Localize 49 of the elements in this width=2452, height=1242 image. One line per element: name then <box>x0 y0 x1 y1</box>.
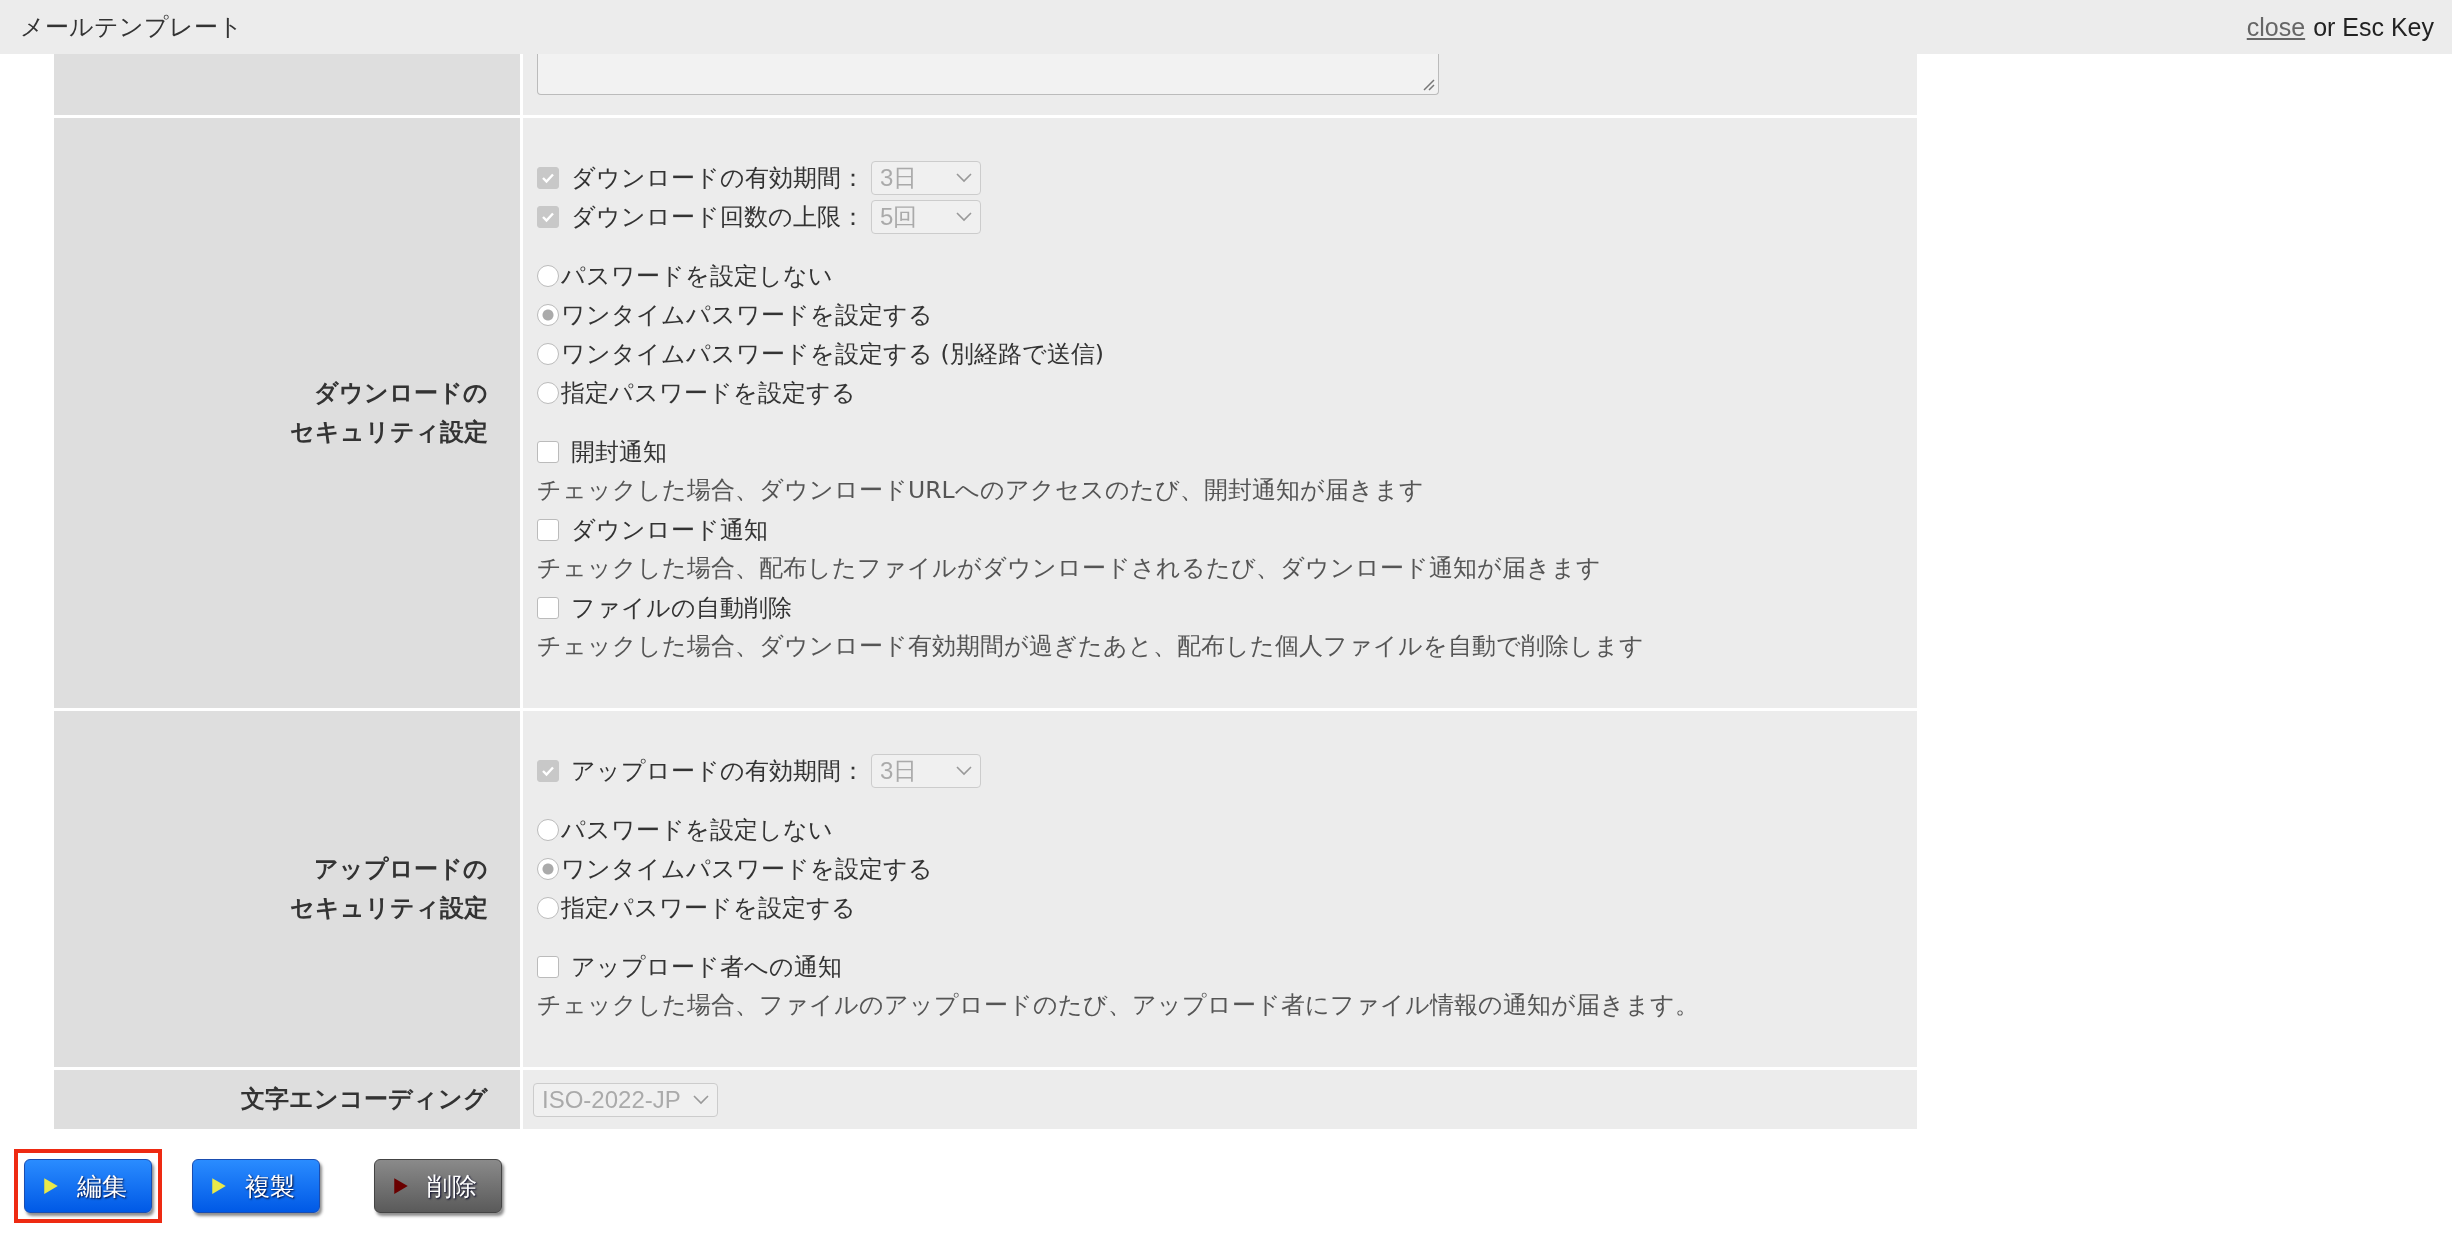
play-triangle-icon <box>43 1177 59 1195</box>
checkbox[interactable] <box>537 955 559 978</box>
checkbox[interactable] <box>537 518 559 541</box>
chevron-down-icon <box>692 1094 709 1105</box>
checkbox[interactable] <box>537 440 559 463</box>
radio-button[interactable] <box>537 264 559 287</box>
radio-button[interactable] <box>537 303 559 326</box>
radio-label: 指定パスワードを設定する <box>561 892 856 924</box>
row-label: アップロードの <box>314 854 488 885</box>
play-triangle-icon <box>393 1177 409 1195</box>
row-label: 文字エンコーディング <box>241 1084 488 1115</box>
chevron-down-icon <box>956 765 972 776</box>
radio-label: パスワードを設定しない <box>561 814 833 846</box>
chevron-down-icon <box>956 211 972 222</box>
option-label: ダウンロード回数の上限： <box>571 201 865 233</box>
option-label: アップロード者への通知 <box>571 951 842 983</box>
checkbox[interactable] <box>537 596 559 619</box>
option-description: チェックした場合、ファイルのアップロードのたび、アップロード者にファイル情報の通知が届きます。 <box>537 990 1700 1021</box>
radio-button[interactable] <box>537 342 559 365</box>
option-label: アップロードの有効期間： <box>571 755 865 787</box>
radio-label: パスワードを設定しない <box>561 260 833 292</box>
radio-button[interactable] <box>537 896 559 919</box>
radio-button[interactable] <box>537 818 559 841</box>
chevron-down-icon <box>956 172 972 183</box>
option-label: ダウンロード通知 <box>571 514 768 546</box>
textarea-field[interactable] <box>537 54 1439 95</box>
action-button[interactable]: 削除 <box>374 1159 502 1213</box>
dialog-title: メールテンプレート <box>20 12 243 43</box>
play-triangle-icon <box>211 1177 227 1195</box>
action-button[interactable]: 複製 <box>192 1159 320 1213</box>
action-button[interactable]: 編集 <box>24 1159 152 1213</box>
close-link[interactable]: close <box>2246 12 2306 42</box>
row-label: セキュリティ設定 <box>290 417 488 448</box>
option-label: ダウンロードの有効期間： <box>571 162 865 194</box>
radio-button[interactable] <box>537 381 559 404</box>
radio-button[interactable] <box>537 857 559 880</box>
option-description: チェックした場合、ダウンロードURLへのアクセスのたび、開封通知が届きます <box>537 475 1425 506</box>
resize-grip-icon <box>1421 77 1435 91</box>
radio-label: ワンタイムパスワードを設定する <box>561 299 933 331</box>
row-label: ダウンロードの <box>314 378 488 409</box>
close-hint: or Esc Key <box>2313 12 2434 42</box>
option-description: チェックした場合、配布したファイルがダウンロードされるたび、ダウンロード通知が届きます <box>537 553 1602 584</box>
option-label: 開封通知 <box>571 436 667 468</box>
option-label: ファイルの自動削除 <box>571 592 792 624</box>
radio-label: ワンタイムパスワードを設定する <box>561 853 933 885</box>
radio-label: 指定パスワードを設定する <box>561 377 856 409</box>
row-label: セキュリティ設定 <box>290 893 488 924</box>
option-description: チェックした場合、ダウンロード有効期間が過ぎたあと、配布した個人ファイルを自動で削除します <box>537 631 1645 662</box>
radio-label: ワンタイムパスワードを設定する (別経路で送信) <box>561 338 1104 370</box>
